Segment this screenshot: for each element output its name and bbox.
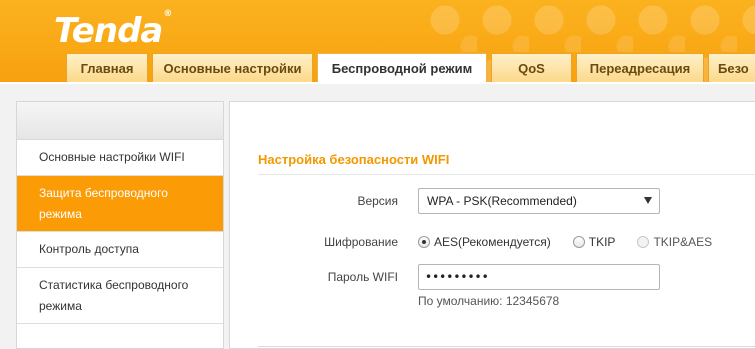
sidebar-item-label: Статистика беспроводного режима xyxy=(39,277,189,313)
radio-tkip-aes[interactable]: TKIP&AES xyxy=(637,235,712,249)
radio-button-icon xyxy=(572,236,585,248)
tab-wireless[interactable]: Беспроводной режим xyxy=(317,53,487,82)
tab-basic-settings[interactable]: Основные настройки xyxy=(152,53,313,82)
default-password-hint: По умолчанию: 12345678 xyxy=(418,294,560,308)
bottom-divider xyxy=(258,346,755,347)
version-select-value: WPA - PSK(Recommended) xyxy=(427,194,577,208)
radio-aes[interactable]: AES(Рекомендуется) xyxy=(418,235,551,249)
tab-security[interactable]: Безо xyxy=(708,53,755,82)
version-select[interactable]: WPA - PSK(Recommended) xyxy=(418,188,660,214)
sidebar-item-label: Основные настройки WIFI xyxy=(39,150,185,164)
tenda-logo: Tenda® xyxy=(54,8,172,51)
sidebar-item-access-control[interactable]: Контроль доступа xyxy=(17,232,223,268)
encryption-radio-group: AES(Рекомендуется) TKIP TKIP&AES xyxy=(418,234,734,250)
radio-label: TKIP&AES xyxy=(653,235,713,249)
main-nav-tabs: Главная Основные настройки Беспроводной … xyxy=(66,53,755,82)
sidebar-header xyxy=(17,102,223,140)
encryption-label: Шифрование xyxy=(324,235,398,249)
radio-tkip[interactable]: TKIP xyxy=(572,235,616,249)
title-divider xyxy=(258,174,755,175)
chevron-down-icon xyxy=(644,197,652,204)
sidebar: Основные настройки WIFI Защита беспровод… xyxy=(16,101,224,349)
tab-forwarding[interactable]: Переадресация xyxy=(576,53,704,82)
header-underline xyxy=(0,82,755,84)
sidebar-item-label: Контроль доступа xyxy=(39,242,139,256)
tab-home[interactable]: Главная xyxy=(66,53,148,82)
wifi-password-field[interactable] xyxy=(418,264,660,290)
radio-button-icon xyxy=(637,236,650,248)
sidebar-item-wireless-security[interactable]: Защита беспроводного режима xyxy=(17,176,223,232)
sidebar-item-label: Защита беспроводного режима xyxy=(39,185,168,221)
radio-label: AES(Рекомендуется) xyxy=(434,235,551,249)
radio-button-icon xyxy=(418,236,430,248)
password-label: Пароль WIFI xyxy=(327,270,398,284)
sidebar-item-wifi-basic[interactable]: Основные настройки WIFI xyxy=(17,140,223,176)
tab-qos[interactable]: QoS xyxy=(491,53,572,82)
sidebar-item-wireless-stats[interactable]: Статистика беспроводного режима xyxy=(17,268,223,324)
radio-label: TKIP xyxy=(588,235,616,249)
header-bar: Tenda® Главная Основные настройки Беспро… xyxy=(0,0,755,82)
section-title: Настройка безопасности WIFI xyxy=(258,152,450,167)
version-label: Версия xyxy=(357,194,398,208)
main-panel: Настройка безопасности WIFI Версия WPA -… xyxy=(229,101,755,349)
